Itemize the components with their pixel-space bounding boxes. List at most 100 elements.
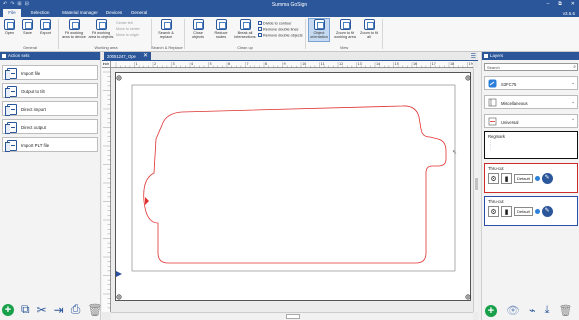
remove-double-lines-button[interactable]: Remove double lines bbox=[258, 27, 298, 32]
print-icon[interactable]: ⎙ bbox=[71, 302, 81, 317]
export-button[interactable]: Export bbox=[40, 19, 51, 35]
layer-group-miscellaneous[interactable]: Miscellaneous ⌄ bbox=[484, 95, 578, 109]
ruler-label: 17 bbox=[432, 62, 436, 66]
ruler-label: 2 bbox=[154, 62, 156, 66]
layer-thru-cut-blue[interactable]: Thru-cut ⚙ ▮ Default ✎ bbox=[484, 196, 578, 226]
delete-icon[interactable]: 🗑 bbox=[87, 303, 102, 317]
action-output-to-tilt[interactable]: Output to tilt bbox=[2, 83, 98, 98]
layer-thru-cut-red[interactable]: Thru-cut ⚙ ▮ Default ✎ bbox=[484, 163, 578, 193]
fit-working-area-to-objects-button[interactable]: Fit working area to objects bbox=[88, 19, 114, 39]
tab-file[interactable]: File bbox=[3, 9, 21, 17]
zoom-fit-all-button[interactable]: Zoom to fit all bbox=[358, 19, 380, 39]
wrench-icon[interactable]: ✎ bbox=[541, 173, 553, 184]
working-area[interactable]: ↖ bbox=[115, 72, 471, 301]
tools-icon[interactable]: ✂ bbox=[37, 303, 47, 317]
delete-icon[interactable]: 🗑 bbox=[558, 304, 572, 317]
menu-icon[interactable]: ☰ bbox=[471, 53, 476, 60]
ruler-label: 18 bbox=[450, 62, 454, 66]
search-replace-button[interactable]: Search & replace bbox=[154, 19, 178, 39]
save-icon bbox=[22, 19, 33, 30]
close-tab-icon[interactable]: ✕ bbox=[143, 52, 148, 61]
tab-document[interactable]: 20051247_Ope ✕ bbox=[104, 52, 151, 61]
remove-double-objects-button[interactable]: Remove double objects bbox=[258, 33, 303, 38]
vertical-ruler-ticks bbox=[103, 71, 111, 309]
canvas-area[interactable]: inch 1 2 3 4 5 6 7 8 9 10 11 12 13 14 15 16 17 18 19 bbox=[102, 61, 478, 320]
minimize-button[interactable]: – bbox=[546, 1, 549, 7]
action-icon bbox=[5, 86, 17, 98]
layer-regmark[interactable]: Regmark ⋮ ⋮ bbox=[484, 131, 578, 159]
scroll-thumb[interactable] bbox=[286, 314, 300, 319]
layers-panel: Layers Search ⌕ S3FC75 ⌄ Miscellaneous ⌄… bbox=[481, 52, 579, 320]
group-view-label: View bbox=[339, 45, 349, 50]
tool-setting-select[interactable]: Default bbox=[514, 174, 533, 183]
tab-general[interactable]: General bbox=[129, 9, 149, 17]
plotter-icon bbox=[488, 79, 497, 88]
move-to-center-button[interactable]: Move to center bbox=[116, 27, 140, 31]
scroll-thumb[interactable] bbox=[475, 178, 478, 190]
group-search-label: Search & Replace bbox=[151, 45, 183, 50]
ribbon-separator bbox=[184, 19, 185, 49]
action-direct-import[interactable]: Direct import bbox=[2, 101, 98, 116]
object-orientation-button[interactable]: Object orientation bbox=[308, 18, 330, 42]
zoom-icon bbox=[339, 19, 351, 30]
reduce-nodes-button[interactable]: Reduce nodes bbox=[210, 19, 232, 39]
move-icon[interactable]: ⤓ bbox=[545, 304, 550, 317]
horizontal-ruler-ticks: 1 2 3 4 5 6 7 8 9 10 11 12 13 14 15 16 17 18 19 bbox=[115, 62, 473, 68]
ruler-label: 14 bbox=[376, 62, 380, 66]
layers-toolbar: + 👁 ⌁ ⤓ 🗑 bbox=[485, 304, 572, 317]
action-import-file[interactable]: Import file bbox=[2, 65, 98, 80]
ruler-label: 13 bbox=[358, 62, 362, 66]
gear-icon[interactable]: ⚙ bbox=[488, 173, 499, 184]
tab-devices[interactable]: Devices bbox=[104, 9, 124, 17]
copy-icon[interactable]: ⧉ bbox=[21, 302, 30, 317]
zoom-fit-working-area-button[interactable]: Zoom to fit working area bbox=[333, 19, 357, 39]
close-objects-button[interactable]: Close objects bbox=[187, 19, 209, 39]
save-button[interactable]: Save bbox=[22, 19, 33, 35]
check-icon[interactable] bbox=[534, 209, 540, 214]
tab-material-manager[interactable]: Material manager bbox=[59, 9, 101, 17]
tool-setting-select[interactable]: Default bbox=[514, 207, 533, 216]
close-button[interactable]: ✕ bbox=[571, 1, 575, 7]
cut-frame[interactable] bbox=[131, 84, 456, 272]
action-direct-output[interactable]: Direct output bbox=[2, 119, 98, 134]
knife-tool-icon[interactable]: ▮ bbox=[501, 206, 512, 217]
vertical-scrollbar[interactable] bbox=[473, 68, 478, 312]
action-import-plt-file[interactable]: Import PLT file bbox=[2, 137, 98, 152]
fit-working-area-to-device-button[interactable]: Fit working area to device bbox=[61, 19, 87, 39]
gear-icon[interactable]: ⚙ bbox=[488, 206, 499, 217]
search-icon[interactable]: ⌕ bbox=[573, 64, 576, 71]
break-all-intersections-button[interactable]: Break all intersections bbox=[233, 19, 257, 39]
ruler-label: 6 bbox=[228, 62, 230, 66]
chevron-down-icon[interactable]: ⌄ bbox=[571, 99, 575, 105]
design-svg[interactable]: ↖ bbox=[116, 73, 472, 302]
panel-toggle-icon[interactable]: ▫ bbox=[470, 66, 475, 71]
layer-group-s3fc75[interactable]: S3FC75 ⌄ bbox=[484, 76, 578, 90]
wrench-icon[interactable]: ✎ bbox=[541, 206, 553, 217]
maximize-button[interactable]: ⧉ bbox=[558, 1, 562, 7]
layer-tool-row: ⚙ ▮ Default ✎ bbox=[488, 206, 553, 217]
thru-cut-contour[interactable] bbox=[143, 105, 447, 264]
tab-selection[interactable]: Selection bbox=[25, 9, 55, 17]
regmark-bottom-right bbox=[465, 294, 471, 300]
cut-icon[interactable]: ⌁ bbox=[529, 304, 536, 317]
origin-marker bbox=[116, 271, 122, 277]
ruler-unit: inch bbox=[102, 61, 111, 68]
add-icon[interactable]: + bbox=[2, 303, 14, 316]
layer-group-universal[interactable]: Universal ⌃ bbox=[484, 114, 578, 128]
center-left-button[interactable]: Center left bbox=[116, 21, 133, 25]
ruler-label: 16 bbox=[413, 62, 417, 66]
export-icon[interactable]: ⇥ bbox=[54, 303, 64, 317]
ribbon-separator bbox=[58, 19, 59, 49]
ruler-label: 15 bbox=[395, 62, 399, 66]
chevron-up-icon[interactable]: ⌃ bbox=[571, 118, 575, 124]
visibility-icon[interactable]: 👁 bbox=[506, 304, 520, 317]
layer-search-input[interactable]: Search ⌕ bbox=[484, 63, 578, 71]
divide-contour-button[interactable]: Divide to contour bbox=[258, 21, 292, 26]
check-icon[interactable] bbox=[534, 176, 540, 181]
horizontal-scrollbar[interactable] bbox=[111, 312, 473, 320]
knife-tool-icon[interactable]: ▮ bbox=[501, 173, 512, 184]
chevron-down-icon[interactable]: ⌄ bbox=[571, 80, 575, 86]
move-to-origin-button[interactable]: Move to origin bbox=[116, 33, 139, 37]
open-button[interactable]: Open bbox=[4, 19, 15, 35]
add-layer-icon[interactable]: + bbox=[485, 304, 497, 317]
